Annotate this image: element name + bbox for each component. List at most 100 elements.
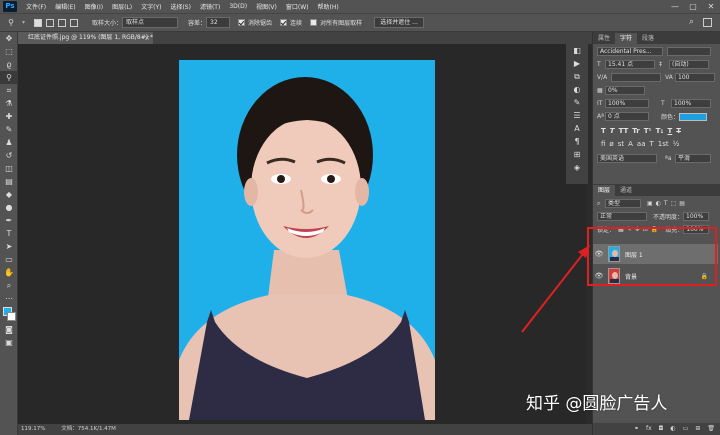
new-selection-icon[interactable] [34, 18, 42, 27]
magic-wand-tool-icon[interactable]: ⚲ [0, 71, 18, 84]
leading-input[interactable]: (自动) [669, 60, 709, 69]
magic-wand-tool-icon[interactable]: ⚲ [0, 16, 22, 29]
menu-3d[interactable]: 3D(D) [229, 3, 247, 10]
menu-filter[interactable]: 滤镜(T) [200, 2, 220, 11]
history-panel-icon[interactable]: ◧ [566, 44, 588, 57]
brush-tool-icon[interactable]: ✎ [0, 123, 18, 136]
horizontal-scale-input[interactable]: 100% [671, 99, 711, 108]
background-color-swatch[interactable] [7, 312, 16, 321]
glyphs-panel-icon[interactable]: ⊞ [566, 148, 588, 161]
ordinals-button[interactable]: T [650, 140, 654, 148]
select-and-mask-button[interactable]: 选择并遮住 ... [374, 17, 425, 28]
tool-preset-arrow-icon[interactable]: ▾ [22, 19, 30, 26]
ordinal-1st-button[interactable]: 1st [658, 140, 669, 148]
menu-window[interactable]: 窗口(W) [286, 2, 309, 11]
healing-brush-icon[interactable]: ✚ [0, 110, 18, 123]
faux-italic-button[interactable]: T [610, 127, 615, 135]
screen-mode-icon[interactable]: ▣ [0, 336, 18, 349]
adjustment-layer-icon[interactable]: ◐ [670, 423, 675, 435]
stylistic-button[interactable]: st [618, 140, 624, 148]
fractions-button[interactable]: ½ [673, 140, 680, 148]
titling-button[interactable]: aa [637, 140, 646, 148]
document-tab[interactable]: 红底证件照.jpg @ 119% (图层 1, RGB/8#) * × [18, 32, 153, 44]
all-caps-button[interactable]: TT [619, 127, 629, 135]
menu-help[interactable]: 帮助(H) [318, 2, 339, 11]
font-size-input[interactable]: 15.41 点 [605, 60, 655, 69]
portrait-photo[interactable] [179, 60, 435, 420]
sample-all-layers-checkbox[interactable]: 对所有图层取样 [310, 18, 362, 27]
maximize-button[interactable]: ▢ [684, 0, 702, 13]
add-selection-icon[interactable] [46, 18, 54, 27]
tsume-input[interactable]: 0% [605, 86, 645, 95]
brush-settings-icon[interactable]: ✎ [566, 96, 588, 109]
menu-file[interactable]: 文件(F) [26, 2, 46, 11]
filter-icons[interactable]: ▣◐T⬚▤ [647, 200, 688, 207]
alt-ligatures-button[interactable]: ø [609, 140, 613, 148]
tab-layers[interactable]: 图层 [593, 185, 616, 196]
history-brush-icon[interactable]: ↺ [0, 149, 18, 162]
blur-tool-icon[interactable]: ◆ [0, 188, 18, 201]
sample-size-select[interactable]: 取样点 [122, 17, 179, 28]
gradient-tool-icon[interactable]: ▤ [0, 175, 18, 188]
tolerance-input[interactable]: 32 [206, 17, 231, 28]
new-group-icon[interactable]: ▭ [683, 423, 689, 435]
more-tools-icon[interactable]: ⋯ [0, 292, 18, 305]
strikethrough-button[interactable]: T [676, 127, 681, 135]
vertical-scale-input[interactable]: 100% [605, 99, 649, 108]
font-family-select[interactable]: Accidental Pres... [597, 47, 663, 56]
contiguous-checkbox[interactable]: 连续 [280, 18, 302, 27]
tab-properties[interactable]: 属性 [593, 33, 615, 44]
layer-filter-select[interactable]: 类型 [605, 199, 641, 208]
properties-icon[interactable]: ☰ [566, 109, 588, 122]
move-tool-icon[interactable]: ✥ [0, 32, 18, 45]
dodge-tool-icon[interactable]: ● [0, 201, 18, 214]
small-caps-button[interactable]: Tr [632, 127, 639, 135]
adjustments-panel-icon[interactable]: ◐ [566, 83, 588, 96]
language-select[interactable]: 美国英语 [597, 154, 657, 163]
canvas-area[interactable] [18, 44, 586, 424]
tracking-input[interactable]: 100 [675, 73, 715, 82]
zoom-level[interactable]: 119.17% [21, 426, 45, 432]
actions-panel-icon[interactable]: ▶ [566, 57, 588, 70]
menu-view[interactable]: 视图(V) [256, 2, 277, 11]
tab-paragraph[interactable]: 段落 [637, 33, 659, 44]
pen-tool-icon[interactable]: ✒ [0, 214, 18, 227]
crop-tool-icon[interactable]: ⌗ [0, 84, 18, 97]
hand-tool-icon[interactable]: ✋ [0, 266, 18, 279]
superscript-button[interactable]: T¹ [644, 127, 652, 135]
font-style-select[interactable] [667, 47, 711, 56]
menu-layer[interactable]: 图层(L) [112, 2, 132, 11]
delete-layer-icon[interactable]: 🗑 [707, 423, 715, 435]
antialias-checkbox[interactable]: 消除锯齿 [238, 18, 272, 27]
swash-button[interactable]: A [628, 140, 633, 148]
minimize-button[interactable]: — [666, 0, 684, 13]
underline-button[interactable]: T [667, 127, 672, 135]
quick-mask-icon[interactable]: ◙ [0, 323, 18, 336]
color-swatches[interactable] [0, 305, 18, 323]
lasso-tool-icon[interactable]: ϱ [0, 58, 18, 71]
menu-type[interactable]: 文字(Y) [141, 2, 161, 11]
layer-comps-icon[interactable]: ◈ [566, 161, 588, 174]
menu-image[interactable]: 图像(I) [85, 2, 103, 11]
clone-stamp-icon[interactable]: ♟ [0, 136, 18, 149]
search-icon[interactable]: ⌕ [689, 17, 694, 27]
rectangle-tool-icon[interactable]: ▭ [0, 253, 18, 266]
antialias-select[interactable]: 平滑 [675, 154, 711, 163]
ligatures-button[interactable]: fi [601, 140, 605, 148]
close-button[interactable]: ✕ [702, 0, 720, 13]
new-layer-icon[interactable]: ⊞ [695, 423, 700, 435]
faux-bold-button[interactable]: T [601, 127, 606, 135]
paragraph-panel-icon[interactable]: ¶ [566, 135, 588, 148]
close-tab-icon[interactable]: × [144, 32, 150, 44]
type-tool-icon[interactable]: T [0, 227, 18, 240]
blend-mode-select[interactable]: 正常 [597, 212, 647, 221]
eyedropper-tool-icon[interactable]: ⚗ [0, 97, 18, 110]
opacity-input[interactable]: 100% [683, 212, 710, 221]
path-selection-icon[interactable]: ➤ [0, 240, 18, 253]
link-layers-icon[interactable]: ⚭ [634, 423, 639, 435]
tab-character[interactable]: 字符 [615, 33, 638, 44]
eraser-tool-icon[interactable]: ◫ [0, 162, 18, 175]
text-color-swatch[interactable] [679, 112, 708, 121]
subtract-selection-icon[interactable] [58, 18, 66, 27]
menu-select[interactable]: 选择(S) [170, 2, 191, 11]
